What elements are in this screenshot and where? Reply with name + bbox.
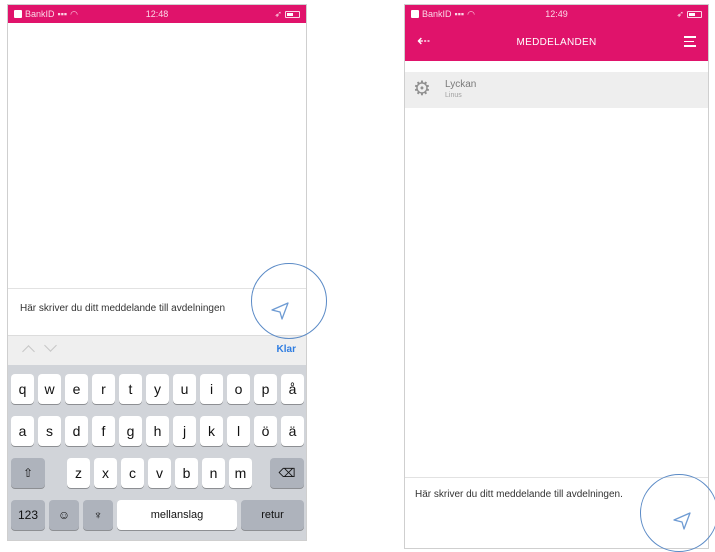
- key-h[interactable]: h: [146, 416, 169, 446]
- key-b[interactable]: b: [175, 458, 198, 488]
- key-s[interactable]: s: [38, 416, 61, 446]
- numbers-key[interactable]: 123: [11, 500, 45, 530]
- key-a-umlaut[interactable]: ä: [281, 416, 304, 446]
- key-l[interactable]: l: [227, 416, 250, 446]
- highlight-circle: [251, 263, 327, 339]
- key-i[interactable]: i: [200, 374, 223, 404]
- location-icon: ➶: [274, 8, 282, 19]
- channel-title: Lyckan: [445, 79, 477, 90]
- dictation-key[interactable]: ♆: [83, 500, 113, 530]
- done-button[interactable]: Klar: [277, 344, 296, 355]
- page-title: MEDDELANDEN: [516, 36, 597, 48]
- backspace-key[interactable]: ⌫: [270, 458, 304, 488]
- key-m[interactable]: m: [229, 458, 252, 488]
- key-g[interactable]: g: [119, 416, 142, 446]
- message-input-text: Här skriver du ditt meddelande till avde…: [415, 489, 623, 500]
- location-icon: ➶: [676, 8, 684, 19]
- keyboard: q w e r t y u i o p å a s d f g h j k l …: [8, 365, 306, 540]
- keyboard-accessory-bar: Klar: [8, 335, 306, 365]
- back-to-app-icon[interactable]: [411, 10, 419, 18]
- key-c[interactable]: c: [121, 458, 144, 488]
- app-header: ⇠ MEDDELANDEN: [405, 23, 708, 61]
- key-y[interactable]: y: [146, 374, 169, 404]
- shift-icon: ⇧: [22, 466, 34, 480]
- key-n[interactable]: n: [202, 458, 225, 488]
- key-w[interactable]: w: [38, 374, 61, 404]
- key-t[interactable]: t: [119, 374, 142, 404]
- key-v[interactable]: v: [148, 458, 171, 488]
- back-to-app-icon[interactable]: [14, 10, 22, 18]
- key-o[interactable]: o: [227, 374, 250, 404]
- status-bar: BankID ▪▪▪ ◠ 12:49 ➶: [405, 5, 708, 23]
- key-f[interactable]: f: [92, 416, 115, 446]
- wifi-icon: ◠: [467, 8, 475, 19]
- status-right: ➶: [676, 9, 702, 20]
- chevron-down-icon[interactable]: [44, 339, 57, 352]
- key-e[interactable]: e: [65, 374, 88, 404]
- key-j[interactable]: j: [173, 416, 196, 446]
- key-p[interactable]: p: [254, 374, 277, 404]
- emoji-icon: ☺: [57, 508, 71, 522]
- key-o-umlaut[interactable]: ö: [254, 416, 277, 446]
- carrier-label: BankID: [25, 9, 55, 19]
- key-a[interactable]: a: [11, 416, 34, 446]
- battery-icon: [687, 10, 702, 18]
- key-d[interactable]: d: [65, 416, 88, 446]
- chevron-up-icon[interactable]: [22, 345, 35, 358]
- key-x[interactable]: x: [94, 458, 117, 488]
- battery-icon: [285, 10, 300, 18]
- backspace-icon: ⌫: [278, 466, 296, 480]
- phone-screen-right: BankID ▪▪▪ ◠ 12:49 ➶ ⇠ MEDDELANDEN ⚙ Lyc…: [404, 4, 709, 549]
- key-q[interactable]: q: [11, 374, 34, 404]
- gear-icon: ⚙: [413, 78, 431, 100]
- signal-icon: ▪▪▪: [454, 9, 465, 19]
- emoji-key[interactable]: ☺: [49, 500, 79, 530]
- status-bar: BankID ▪▪▪ ◠ 12:48 ➶: [8, 5, 306, 23]
- channel-item[interactable]: ⚙ Lyckan Linus: [405, 72, 708, 108]
- status-left: BankID ▪▪▪ ◠: [411, 9, 475, 20]
- microphone-icon: ♆: [93, 508, 103, 522]
- key-z[interactable]: z: [67, 458, 90, 488]
- hamburger-menu-icon[interactable]: [684, 36, 696, 50]
- return-key[interactable]: retur: [241, 500, 304, 530]
- highlight-circle: [640, 474, 715, 552]
- key-r[interactable]: r: [92, 374, 115, 404]
- status-left: BankID ▪▪▪ ◠: [14, 9, 78, 20]
- wifi-icon: ◠: [70, 8, 78, 19]
- space-key[interactable]: mellanslag: [117, 500, 237, 530]
- key-k[interactable]: k: [200, 416, 223, 446]
- message-input-text: Här skriver du ditt meddelande till avde…: [20, 303, 226, 314]
- key-u[interactable]: u: [173, 374, 196, 404]
- key-a-ring[interactable]: å: [281, 374, 304, 404]
- signal-icon: ▪▪▪: [57, 9, 68, 19]
- status-right: ➶: [274, 9, 300, 20]
- channel-subtitle: Linus: [445, 92, 462, 99]
- shift-key[interactable]: ⇧: [11, 458, 45, 488]
- carrier-label: BankID: [422, 9, 452, 19]
